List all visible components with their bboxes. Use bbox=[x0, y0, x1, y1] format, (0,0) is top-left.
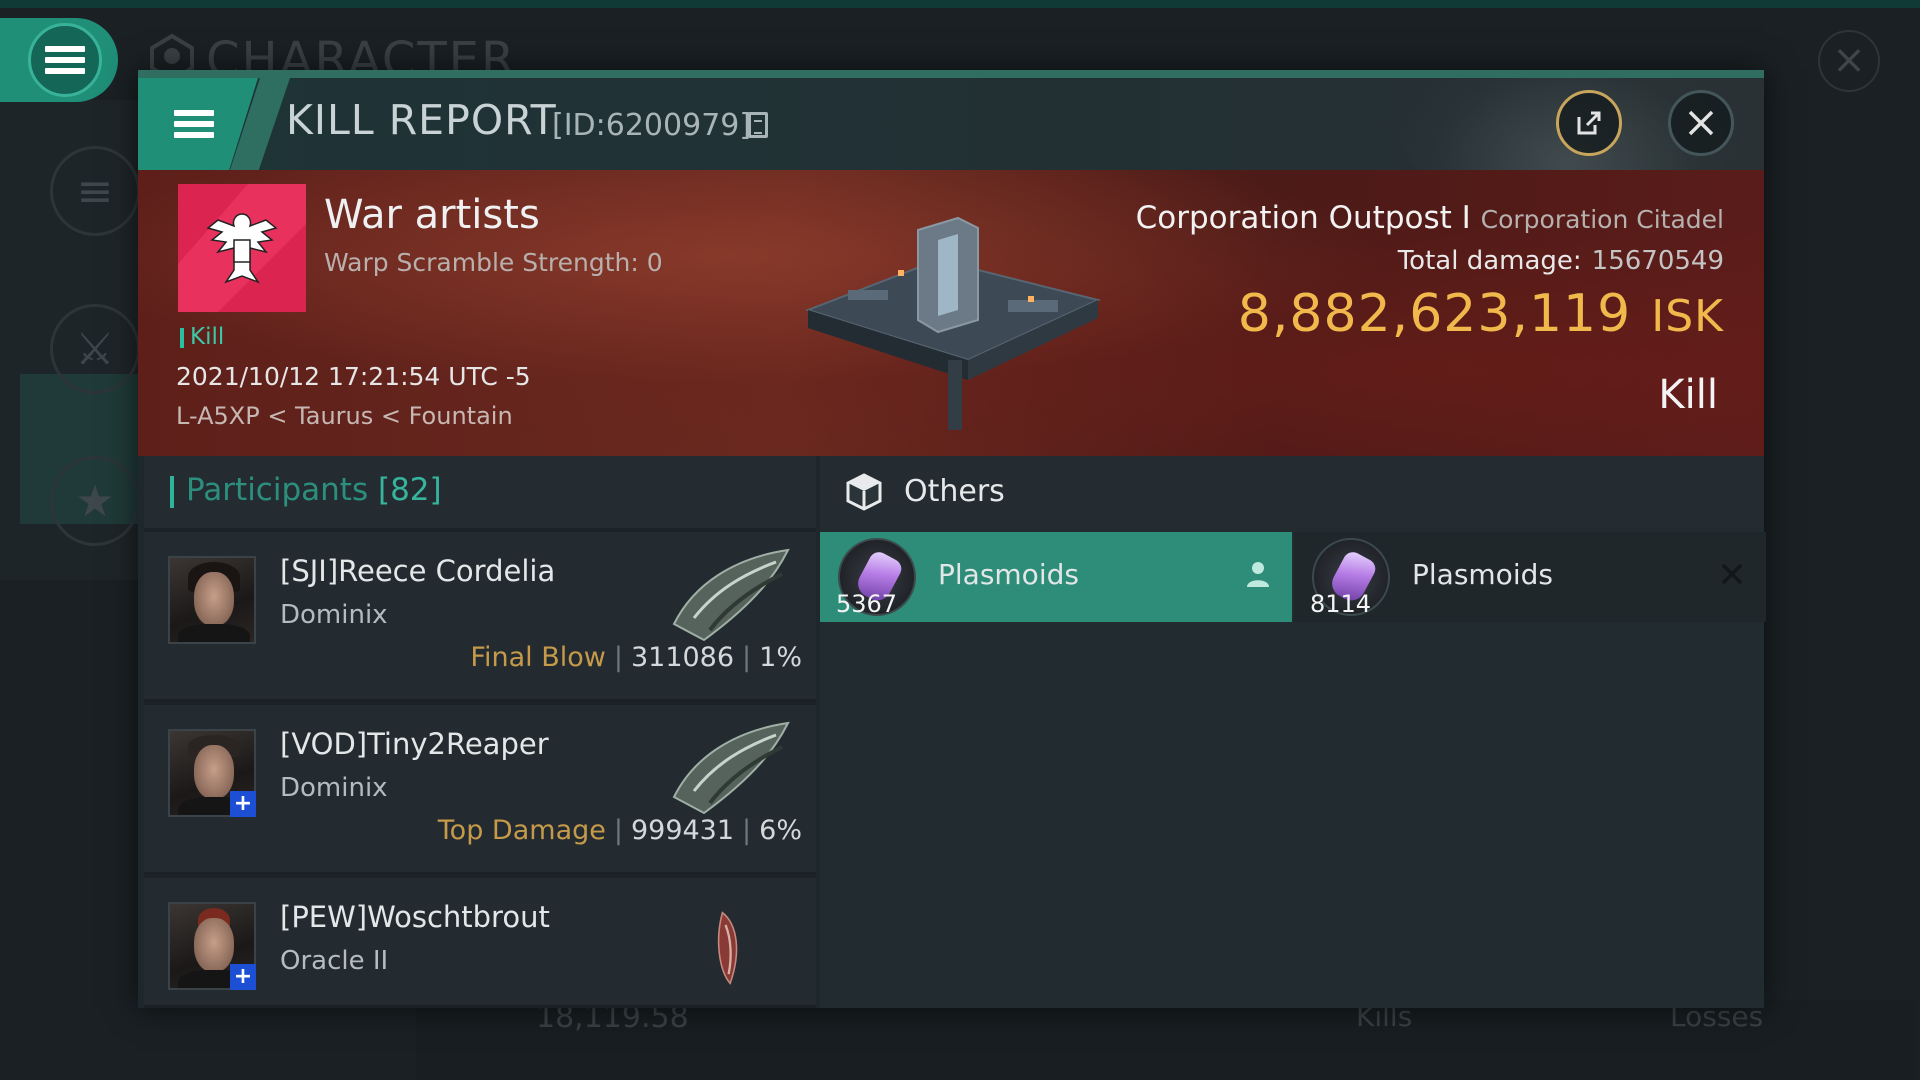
participant-row[interactable]: [SJI]Reece Cordelia Dominix Final Blow | 3… bbox=[144, 532, 816, 702]
participant-percent: 6% bbox=[759, 815, 802, 846]
participants-label: Participants bbox=[186, 472, 369, 508]
kill-report-id: [ID:6200979] bbox=[552, 108, 752, 143]
isk-value: 8,882,623,119 ISK bbox=[1238, 284, 1724, 344]
report-type: Kill bbox=[1658, 372, 1718, 418]
others-header: Others bbox=[820, 456, 1764, 528]
total-damage-value: 15670549 bbox=[1591, 246, 1724, 276]
participant-ship: Oracle II bbox=[280, 946, 389, 976]
cube-icon bbox=[846, 473, 882, 511]
item-name: Plasmoids bbox=[1412, 558, 1553, 591]
participants-title: Participants [82] bbox=[186, 472, 442, 508]
oracle-ship-icon[interactable] bbox=[684, 890, 784, 1006]
victim-ship[interactable]: Corporation Outpost I Corporation Citade… bbox=[1136, 200, 1724, 236]
person-icon bbox=[1242, 558, 1274, 590]
background-bottom-panel: 18,119.58 Kills Losses bbox=[416, 1000, 1916, 1080]
participant-row[interactable]: + [PEW]Woschtbrout Oracle II bbox=[144, 878, 816, 1008]
share-button[interactable] bbox=[1556, 90, 1622, 156]
background-sidebar: ≡ ⚔ ★ bbox=[0, 100, 140, 580]
warp-scramble-strength: Warp Scramble Strength: 0 bbox=[324, 248, 663, 277]
copy-icon[interactable] bbox=[748, 112, 768, 138]
dominix-ship-icon[interactable] bbox=[664, 717, 794, 817]
background-combat-icon[interactable]: ⚔ bbox=[50, 304, 140, 394]
victim-name[interactable]: War artists bbox=[324, 192, 540, 238]
participant-name: [SJI]Reece Cordelia bbox=[280, 554, 556, 588]
victim-banner: War artists Warp Scramble Strength: 0 Ki… bbox=[138, 170, 1764, 456]
background-close-icon[interactable]: × bbox=[1818, 30, 1880, 92]
x-icon bbox=[1716, 558, 1748, 590]
item-card[interactable]: 5367 Plasmoids bbox=[820, 532, 1292, 622]
main-menu-button[interactable] bbox=[0, 18, 118, 102]
participants-header[interactable]: Participants [82] bbox=[144, 456, 816, 528]
plus-icon: + bbox=[230, 964, 256, 990]
kill-report-modal: KILL REPORT [ID:6200979] War artists War… bbox=[138, 70, 1766, 1008]
background-menu-icon[interactable]: ≡ bbox=[50, 146, 140, 236]
corporation-logo[interactable] bbox=[178, 184, 306, 312]
kill-timestamp: 2021/10/12 17:21:54 UTC -5 bbox=[176, 362, 531, 391]
others-title: Others bbox=[904, 474, 1005, 509]
modal-top-accent bbox=[138, 70, 1764, 78]
item-card[interactable]: 8114 Plasmoids bbox=[1294, 532, 1766, 622]
plus-icon: + bbox=[230, 791, 256, 817]
background-top-bar bbox=[0, 0, 1920, 8]
item-name: Plasmoids bbox=[938, 558, 1079, 591]
close-button[interactable] bbox=[1668, 90, 1734, 156]
item-quantity: 5367 bbox=[836, 590, 898, 618]
participant-stats: Final Blow | 311086 | 1% bbox=[470, 642, 802, 673]
participants-count: [82] bbox=[377, 472, 442, 508]
isk-amount: 8,882,623,119 bbox=[1237, 284, 1632, 344]
kill-tag: Kill bbox=[190, 324, 225, 350]
participant-stats: Top Damage | 999431 | 6% bbox=[437, 815, 802, 846]
item-quantity: 8114 bbox=[1310, 590, 1372, 618]
participants-panel: Participants [82] [SJI]Reece Cordelia Do… bbox=[144, 456, 816, 1008]
participant-damage: 999431 bbox=[630, 815, 735, 846]
final-blow-tag: Final Blow bbox=[470, 642, 606, 673]
participants-accent-bar bbox=[170, 476, 174, 508]
participant-name: [VOD]Tiny2Reaper bbox=[280, 727, 549, 761]
total-damage-label: Total damage: bbox=[1397, 246, 1582, 276]
total-damage: Total damage: 15670549 bbox=[1398, 246, 1724, 276]
external-link-icon bbox=[1577, 111, 1601, 135]
modal-title: KILL REPORT bbox=[286, 96, 557, 144]
participant-portrait[interactable] bbox=[168, 556, 256, 644]
participant-name: [PEW]Woschtbrout bbox=[280, 900, 550, 934]
dominix-ship-icon[interactable] bbox=[664, 544, 794, 644]
victim-ship-class: Corporation Citadel bbox=[1480, 205, 1724, 234]
victim-ship-name: Corporation Outpost I bbox=[1135, 200, 1471, 236]
background-star-icon[interactable]: ★ bbox=[50, 456, 140, 546]
citadel-structure-image[interactable] bbox=[788, 200, 1118, 440]
kill-tag-bar bbox=[180, 328, 184, 348]
isk-unit: ISK bbox=[1651, 291, 1724, 342]
close-icon bbox=[1688, 110, 1714, 136]
participant-ship: Dominix bbox=[280, 773, 388, 803]
participant-row[interactable]: + [VOD]Tiny2Reaper Dominix Top Damage | 99… bbox=[144, 705, 816, 875]
hamburger-icon bbox=[174, 105, 214, 143]
participant-percent: 1% bbox=[759, 642, 802, 673]
hamburger-icon bbox=[28, 23, 102, 97]
kill-location[interactable]: L-A5XP < Taurus < Fountain bbox=[176, 402, 513, 430]
participant-ship: Dominix bbox=[280, 600, 388, 630]
participant-damage: 311086 bbox=[630, 642, 735, 673]
modal-header: KILL REPORT [ID:6200979] bbox=[138, 78, 1764, 170]
others-panel: Others 5367 Plasmoids 8114 Plasmoids bbox=[820, 456, 1766, 1008]
top-damage-tag: Top Damage bbox=[437, 815, 606, 846]
